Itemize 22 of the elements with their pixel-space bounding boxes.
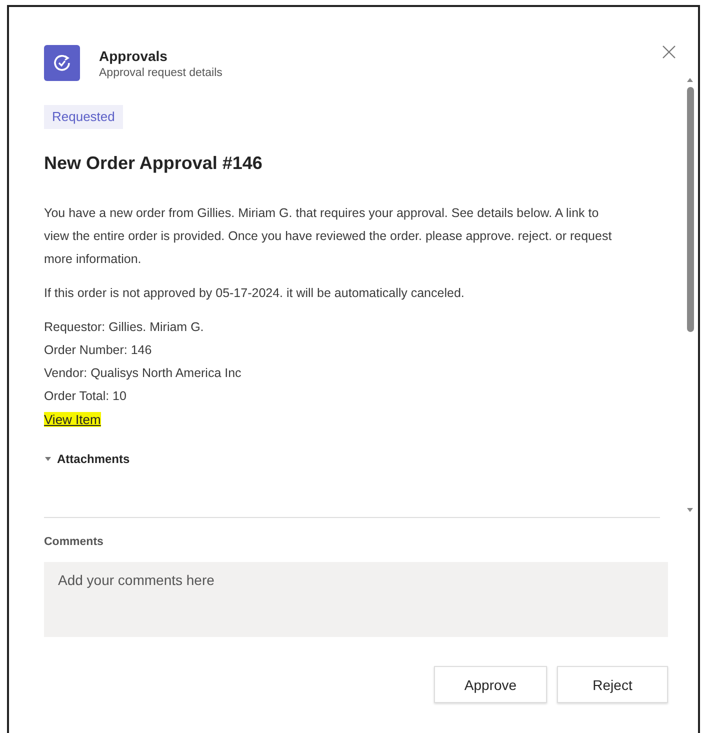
approve-button[interactable]: Approve: [434, 666, 547, 703]
app-title: Approvals: [99, 48, 168, 64]
view-item-link[interactable]: View Item: [44, 412, 101, 427]
message-paragraph: If this order is not approved by 05-17-2024. it will be automatically canceled.: [44, 285, 466, 302]
message-paragraph: You have a new order from Gillies. Miriam G. that requires your approval. See details below. A link to view the entire order is provided. Once you have reviewed the order. please approve. reject. or request more information.: [44, 205, 613, 268]
caret-icon: [44, 455, 52, 463]
comments-label: Comments: [44, 536, 104, 548]
approvals-app-icon: [44, 45, 80, 81]
app-subtitle: Approval request details: [99, 66, 224, 78]
attachments-toggle[interactable]: Attachments: [44, 452, 130, 466]
order-detail: Order Number: 146: [44, 342, 153, 359]
status-badge: Requested: [44, 105, 123, 129]
scroll-down-icon[interactable]: [686, 507, 694, 513]
order-detail: Vendor: Qualisys North America Inc: [44, 365, 242, 382]
request-title: New Order Approval #146: [44, 153, 264, 174]
close-icon: [662, 45, 676, 59]
close-button[interactable]: [660, 43, 678, 61]
reject-button[interactable]: Reject: [557, 666, 668, 703]
order-detail: Requestor: Gillies. Miriam G.: [44, 319, 205, 336]
comments-field[interactable]: Add your comments here: [44, 562, 668, 637]
scroll-up-icon[interactable]: [686, 77, 694, 83]
order-detail: Order Total: 10: [44, 388, 128, 405]
